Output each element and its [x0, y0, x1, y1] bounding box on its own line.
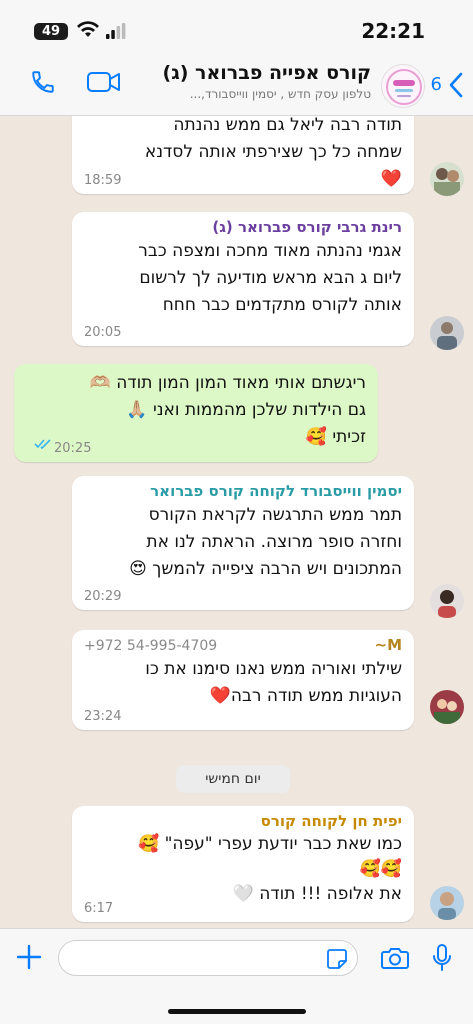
call-icon[interactable] — [30, 68, 56, 100]
message-time: 20:29 — [84, 589, 122, 604]
message-time: 18:59 — [84, 173, 122, 188]
mic-icon[interactable] — [432, 943, 452, 977]
clock: 22:21 — [361, 19, 425, 43]
battery-indicator: 49 — [34, 23, 68, 40]
unread-count[interactable]: 6 — [431, 74, 442, 95]
outgoing-message-bubble[interactable]: ריגשתם אותי מאוד המון המון תודה 🫶🏼 גם הי… — [14, 364, 378, 462]
signal-icon — [106, 23, 126, 43]
message-bubble[interactable]: יפית חן לקוחה קורס כמו שאת כבר יודעת עפר… — [72, 806, 414, 922]
message-text: שילתי ואוריה ממש נאנו סימנו את כו העוגיו… — [145, 659, 402, 706]
message-text: תמר ממש התרגשה לקראת הקורס וחזרה סופר מר… — [129, 505, 402, 579]
wifi-icon — [76, 21, 100, 43]
avatar[interactable] — [430, 584, 464, 618]
message-time: 20:05 — [84, 325, 122, 340]
chat-participants[interactable]: טלפון עסק חדש , יסמין ווייסבורד,... — [131, 87, 371, 101]
avatar[interactable] — [430, 886, 464, 920]
message-bubble[interactable]: תודה רבה ליאל גם ממש נהנתה שמחה כל כך שצ… — [72, 116, 414, 194]
message-time: 20:25 — [54, 441, 92, 456]
camera-icon[interactable] — [380, 946, 410, 974]
sticker-icon[interactable] — [326, 948, 348, 974]
sender-name[interactable]: רינת גרבי קורס פברואר (ג) — [84, 218, 402, 236]
message-bubble[interactable]: רינת גרבי קורס פברואר (ג) אגמי נהנתה מאו… — [72, 212, 414, 346]
message-time: 23:24 — [84, 709, 122, 724]
date-separator: יום חמישי — [176, 765, 290, 793]
home-indicator[interactable] — [168, 1009, 306, 1014]
group-avatar[interactable] — [381, 64, 425, 108]
back-icon[interactable] — [449, 72, 463, 102]
avatar[interactable] — [430, 162, 464, 196]
avatar[interactable] — [430, 690, 464, 724]
sender-name[interactable]: יפית חן לקוחה קורס — [84, 812, 402, 830]
double-check-icon — [34, 434, 52, 453]
message-bubble[interactable]: M~ +972 54-995-4709 שילתי ואוריה ממש נאנ… — [72, 630, 414, 730]
sender-name[interactable]: יסמין ווייסבורד לקוחה קורס פברואר — [84, 482, 402, 500]
message-input[interactable] — [58, 940, 358, 976]
message-bubble[interactable]: יסמין ווייסבורד לקוחה קורס פברואר תמר ממ… — [72, 476, 414, 610]
message-time: 6:17 — [84, 901, 114, 916]
composer — [0, 928, 473, 1024]
message-text: תודה רבה ליאל גם ממש נהנתה שמחה כל כך שצ… — [144, 116, 402, 189]
message-text: אגמי נהנתה מאוד מחכה ומצפה כבר ליום ג הב… — [138, 241, 402, 315]
plus-icon[interactable] — [16, 944, 42, 974]
chat-header[interactable]: קורס אפייה פברואר (ג) טלפון עסק חדש , יס… — [0, 60, 473, 116]
message-list[interactable]: תודה רבה ליאל גם ממש נהנתה שמחה כל כך שצ… — [0, 116, 473, 928]
message-text: ריגשתם אותי מאוד המון המון תודה 🫶🏼 גם הי… — [89, 373, 366, 447]
message-text: כמו שאת כבר יודעת עפרי "עפה" 🥰 🥰🥰 את אלו… — [138, 834, 402, 904]
avatar[interactable] — [430, 316, 464, 350]
chat-title[interactable]: קורס אפייה פברואר (ג) — [163, 62, 371, 84]
video-icon[interactable] — [86, 70, 122, 98]
sender-phone[interactable]: +972 54-995-4709 — [84, 638, 217, 654]
status-bar: 49 22:21 — [0, 0, 473, 60]
